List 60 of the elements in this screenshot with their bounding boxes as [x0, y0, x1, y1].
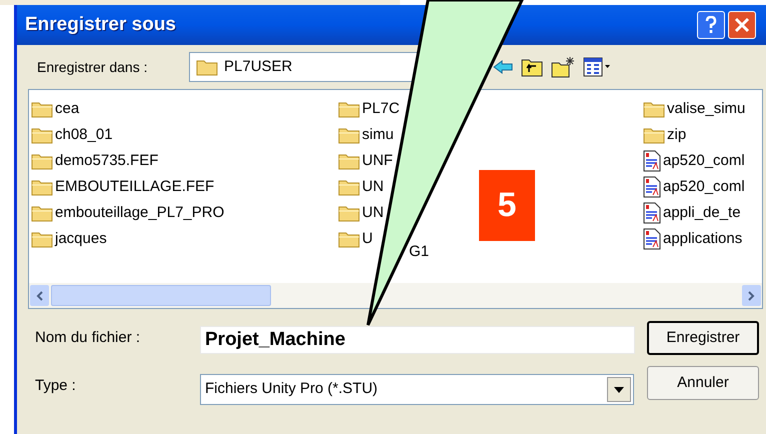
cancel-button[interactable]: Annuler [647, 366, 759, 400]
file-item[interactable]: embouteillage_PL7_PRO [31, 200, 224, 226]
save-in-label: Enregistrer dans : [37, 58, 148, 77]
document-icon [643, 150, 661, 172]
file-item[interactable]: UN [338, 174, 384, 200]
folder-icon [31, 152, 53, 170]
folder-icon [31, 204, 53, 222]
file-item[interactable]: ap520_coml [643, 174, 745, 200]
file-item[interactable]: applications [643, 226, 742, 252]
folder-icon [338, 230, 360, 248]
folder-icon [338, 204, 360, 222]
close-icon [734, 17, 750, 33]
file-item[interactable]: ch08_01 [31, 122, 113, 148]
step-badge: 5 [479, 170, 535, 241]
close-button[interactable] [728, 11, 756, 39]
file-type-dropdown[interactable]: Fichiers Unity Pro (*.STU) [200, 374, 634, 405]
folder-icon [643, 126, 665, 144]
folder-icon [338, 126, 360, 144]
new-folder-icon[interactable] [551, 56, 575, 78]
folder-icon [196, 58, 218, 76]
file-item[interactable]: valise_simu [643, 96, 746, 122]
file-item[interactable]: demo5735.FEF [31, 148, 158, 174]
file-item[interactable]: zip [643, 122, 686, 148]
help-icon [705, 16, 717, 34]
folder-icon [338, 152, 360, 170]
document-icon [643, 176, 661, 198]
folder-icon [338, 100, 360, 118]
dropdown-arrow-icon [614, 386, 624, 392]
file-type-label: Type : [35, 376, 77, 396]
folder-icon [643, 100, 665, 118]
save-button[interactable]: Enregistrer [647, 321, 759, 355]
window-title: Enregistrer sous [25, 12, 176, 37]
file-item[interactable]: U [338, 226, 373, 252]
file-item[interactable]: ap520_coml [643, 148, 745, 174]
document-icon [643, 202, 661, 224]
up-folder-icon[interactable] [521, 57, 543, 77]
help-button[interactable] [697, 11, 725, 39]
horizontal-scrollbar[interactable] [29, 283, 762, 308]
folder-icon [31, 126, 53, 144]
file-name-field[interactable]: Projet_Machine [200, 326, 635, 354]
file-item[interactable]: jacques [31, 226, 107, 252]
folder-icon [31, 100, 53, 118]
folder-icon [31, 230, 53, 248]
file-item[interactable]: UNF [338, 148, 393, 174]
scroll-left-button[interactable] [30, 285, 49, 306]
file-item[interactable]: EMBOUTEILLAGE.FEF [31, 174, 214, 200]
document-icon [643, 228, 661, 250]
file-item[interactable]: simu [338, 122, 394, 148]
folder-icon [338, 178, 360, 196]
back-arrow-icon[interactable] [493, 60, 513, 74]
file-item[interactable]: cea [31, 96, 80, 122]
scroll-right-button[interactable] [742, 285, 761, 306]
folder-icon [31, 178, 53, 196]
scroll-thumb[interactable] [51, 285, 271, 306]
file-item[interactable]: UN [338, 200, 384, 226]
file-name-fragment: G1 [409, 242, 430, 262]
file-item[interactable]: PL7C [338, 96, 400, 122]
view-menu-icon[interactable] [583, 57, 611, 77]
file-name-label: Nom du fichier : [35, 328, 142, 348]
file-item[interactable]: appli_de_te [643, 200, 741, 226]
